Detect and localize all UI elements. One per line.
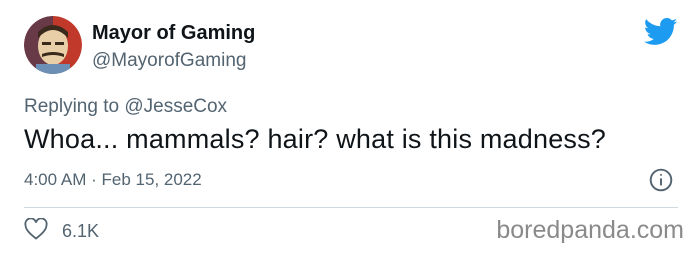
reply-context: Replying to @JesseCox: [24, 96, 227, 118]
tweet-meta: 4:00 AM · Feb 15, 2022: [24, 170, 202, 190]
divider: [24, 207, 678, 208]
reply-to-link[interactable]: @JesseCox: [124, 96, 227, 117]
author-handle[interactable]: @MayorofGaming: [92, 50, 246, 72]
info-icon[interactable]: [648, 167, 674, 193]
author-name[interactable]: Mayor of Gaming: [92, 22, 255, 45]
watermark: boredpanda.com: [496, 216, 684, 244]
heart-icon[interactable]: [24, 216, 48, 245]
avatar[interactable]: [24, 16, 82, 74]
tweet-time[interactable]: 4:00 AM: [24, 170, 86, 189]
meta-separator: ·: [91, 170, 97, 189]
like-count: 6.1K: [62, 220, 100, 241]
tweet-date[interactable]: Feb 15, 2022: [102, 170, 202, 189]
like-action[interactable]: 6.1K: [24, 216, 100, 245]
avatar-image: [24, 16, 82, 74]
twitter-bird-icon[interactable]: [644, 18, 678, 46]
tweet-text: Whoa... mammals? hair? what is this madn…: [24, 124, 607, 154]
reply-prefix: Replying to: [24, 96, 120, 117]
